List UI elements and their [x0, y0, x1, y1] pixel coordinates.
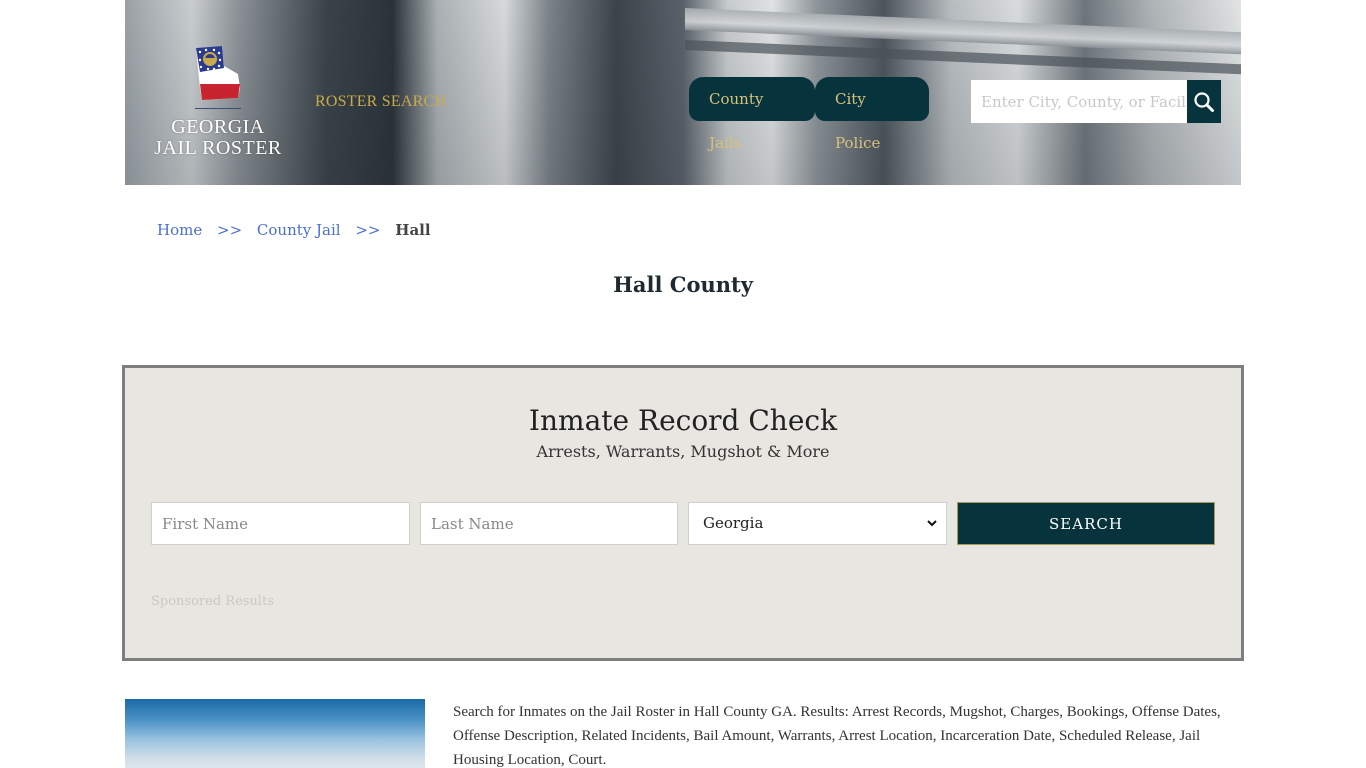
- breadcrumb-county-jail[interactable]: County Jail: [257, 221, 341, 239]
- nav-county-jails[interactable]: County Jails: [689, 77, 815, 152]
- header-banner: GEORGIA JAIL ROSTER ROSTER SEARCH County…: [125, 0, 1241, 185]
- breadcrumb: Home >> County Jail >> Hall: [157, 221, 431, 239]
- facility-search-input[interactable]: [971, 80, 1221, 123]
- panel-subtitle: Arrests, Warrants, Mugshot & More: [536, 442, 830, 461]
- inmate-record-check-panel: Inmate Record Check Arrests, Warrants, M…: [122, 365, 1244, 661]
- state-select[interactable]: Georgia: [688, 502, 947, 545]
- breadcrumb-home[interactable]: Home: [157, 221, 202, 239]
- facility-search-button[interactable]: [1187, 80, 1221, 123]
- site-logo[interactable]: GEORGIA JAIL ROSTER: [153, 44, 283, 159]
- breadcrumb-separator: >>: [217, 221, 243, 239]
- logo-text-line2: JAIL ROSTER: [154, 137, 282, 159]
- page-title: Hall County: [613, 272, 753, 297]
- breadcrumb-current: Hall: [395, 221, 431, 239]
- panel-title: Inmate Record Check: [528, 404, 838, 437]
- breadcrumb-separator: >>: [355, 221, 381, 239]
- logo-text-line1: GEORGIA: [171, 116, 265, 138]
- state-select-value: Georgia: [703, 514, 764, 532]
- search-icon: [1194, 91, 1214, 112]
- first-name-input[interactable]: [151, 502, 410, 545]
- nav-city-police[interactable]: City Police: [815, 77, 929, 152]
- logo-divider: [195, 108, 241, 109]
- last-name-input[interactable]: [420, 502, 678, 545]
- chevron-down-icon: [927, 520, 937, 527]
- sky-image: [125, 699, 425, 768]
- record-search-button[interactable]: SEARCH: [957, 502, 1215, 545]
- roster-search-link[interactable]: ROSTER SEARCH: [315, 93, 446, 111]
- county-description: Search for Inmates on the Jail Roster in…: [453, 704, 1221, 768]
- georgia-flag-map-icon: [196, 46, 240, 100]
- sponsored-results-label: Sponsored Results: [151, 594, 274, 609]
